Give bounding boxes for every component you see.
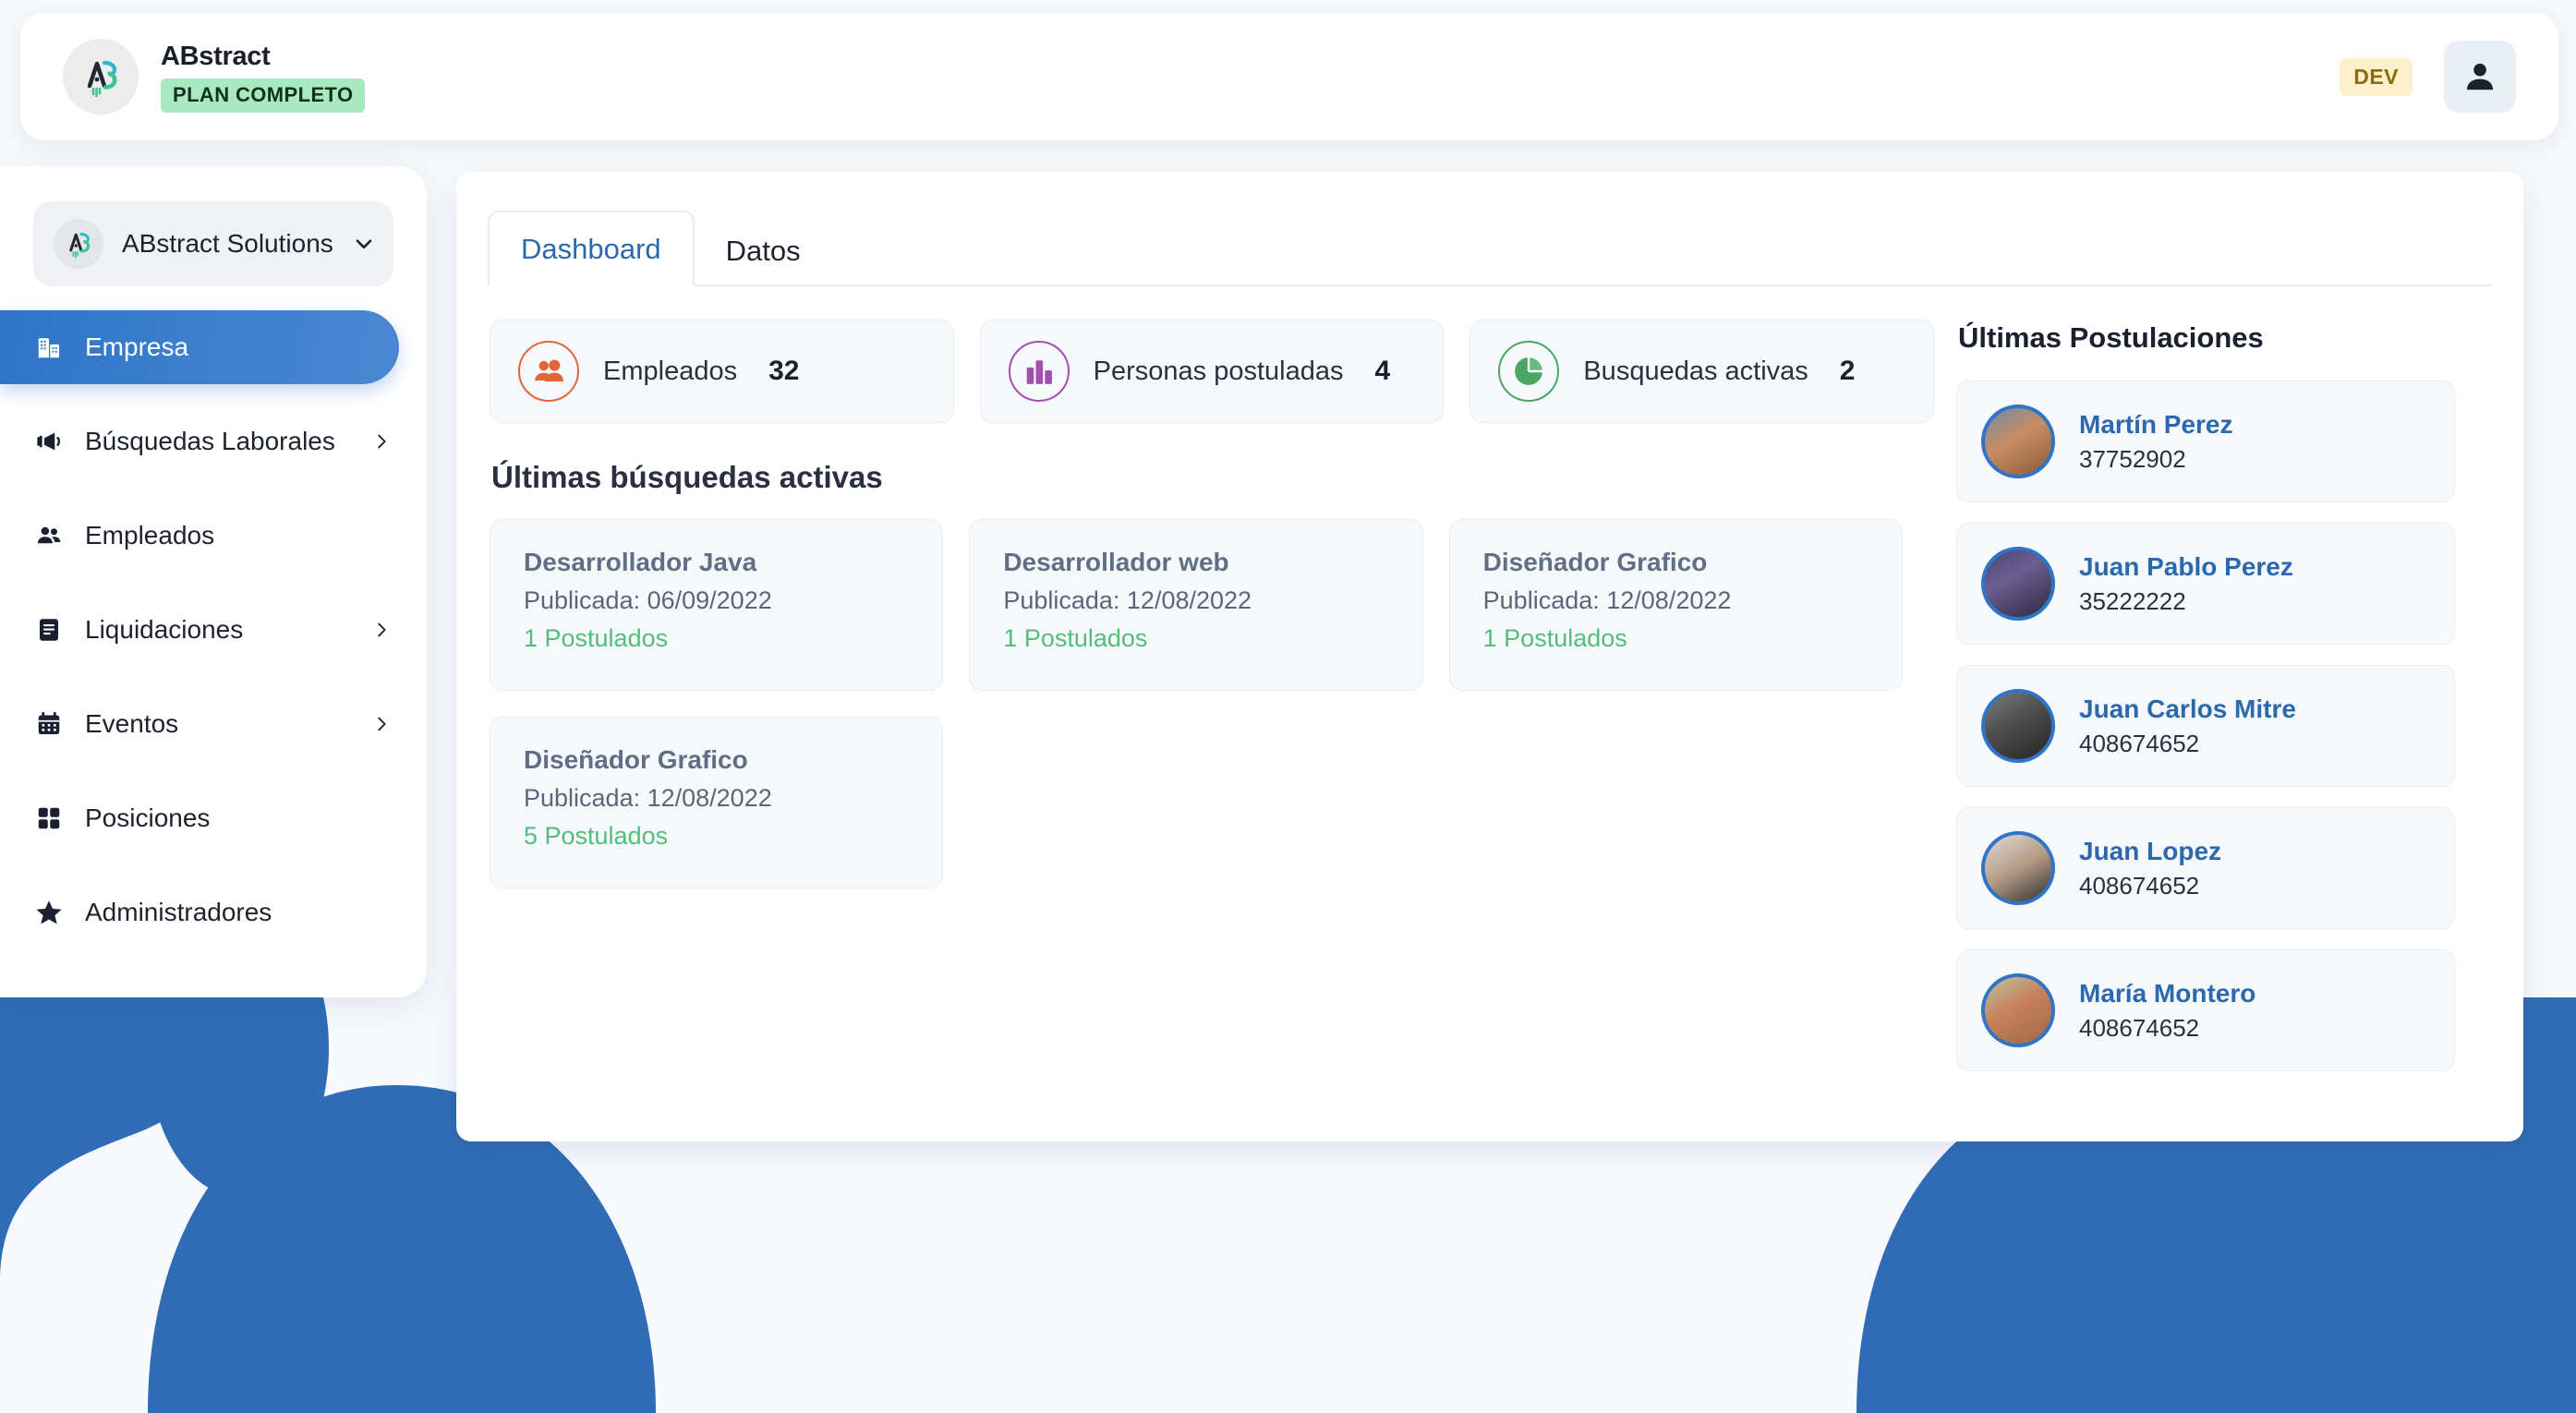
bar-chart-icon bbox=[1009, 341, 1070, 402]
job-card[interactable]: Diseñador Grafico Publicada: 12/08/2022 … bbox=[1449, 519, 1903, 691]
star-icon bbox=[33, 898, 65, 927]
tab-bar: Dashboard Datos bbox=[488, 203, 2492, 286]
stat-label: Personas postuladas bbox=[1094, 356, 1344, 387]
job-applicants-count: 5 Postulados bbox=[524, 822, 913, 851]
job-title: Desarrollador Java bbox=[524, 548, 913, 577]
applicant-id: 408674652 bbox=[2079, 730, 2296, 758]
stat-label: Busquedas activas bbox=[1583, 356, 1808, 387]
stat-card-personas-postuladas[interactable]: Personas postuladas 4 bbox=[980, 320, 1445, 423]
app-header: ABstract PLAN COMPLETO DEV bbox=[20, 13, 2558, 140]
plan-badge: PLAN COMPLETO bbox=[161, 78, 365, 113]
sidebar-item-label: Empresa bbox=[85, 332, 188, 362]
tab-datos[interactable]: Datos bbox=[695, 214, 832, 286]
sidebar-item-empresa[interactable]: Empresa bbox=[0, 310, 399, 384]
sidebar-item-label: Búsquedas Laborales bbox=[85, 427, 335, 456]
section-title-busquedas: Últimas búsquedas activas bbox=[491, 460, 1934, 495]
megaphone-icon bbox=[33, 428, 65, 455]
applicant-id: 37752902 bbox=[2079, 445, 2233, 474]
stat-value: 32 bbox=[768, 356, 799, 387]
job-published-date: Publicada: 12/08/2022 bbox=[1003, 586, 1392, 615]
people-icon bbox=[33, 522, 65, 550]
job-applicants-count: 1 Postulados bbox=[524, 624, 913, 653]
avatar bbox=[1981, 405, 2055, 478]
sidebar-item-eventos[interactable]: Eventos bbox=[0, 687, 427, 761]
sidebar: ABstract Solutions bbox=[0, 166, 427, 997]
document-icon bbox=[33, 616, 65, 644]
job-published-date: Publicada: 12/08/2022 bbox=[524, 784, 913, 813]
job-card[interactable]: Diseñador Grafico Publicada: 12/08/2022 … bbox=[490, 717, 943, 888]
job-card[interactable]: Desarrollador web Publicada: 12/08/2022 … bbox=[969, 519, 1422, 691]
sidebar-item-label: Posiciones bbox=[85, 803, 210, 833]
sidebar-item-label: Empleados bbox=[85, 521, 214, 550]
applicant-card[interactable]: Martín Perez 37752902 bbox=[1956, 380, 2455, 502]
abstract-logo-icon bbox=[63, 39, 139, 115]
brand-name: ABstract bbox=[161, 42, 365, 72]
stat-value: 2 bbox=[1840, 356, 1856, 387]
abstract-logo-icon bbox=[54, 219, 103, 269]
sidebar-item-label: Administradores bbox=[85, 898, 272, 927]
header-actions: DEV bbox=[2340, 41, 2516, 113]
job-title: Diseñador Grafico bbox=[1483, 548, 1872, 577]
chevron-down-icon bbox=[352, 232, 376, 256]
job-title: Desarrollador web bbox=[1003, 548, 1392, 577]
applicant-name: Martín Perez bbox=[2079, 410, 2233, 440]
applicant-card[interactable]: Juan Lopez 408674652 bbox=[1956, 807, 2455, 929]
applicant-card[interactable]: Juan Pablo Perez 35222222 bbox=[1956, 523, 2455, 645]
job-card[interactable]: Desarrollador Java Publicada: 06/09/2022… bbox=[490, 519, 943, 691]
sidebar-item-label: Eventos bbox=[85, 709, 178, 739]
tab-dashboard[interactable]: Dashboard bbox=[488, 211, 695, 286]
job-applicants-count: 1 Postulados bbox=[1003, 624, 1392, 653]
chevron-right-icon bbox=[371, 714, 392, 734]
grid-icon bbox=[33, 804, 65, 832]
job-applicants-count: 1 Postulados bbox=[1483, 624, 1872, 653]
avatar bbox=[1981, 689, 2055, 763]
job-title: Diseñador Grafico bbox=[524, 745, 913, 775]
building-icon bbox=[33, 333, 65, 361]
sidebar-item-label: Liquidaciones bbox=[85, 615, 243, 645]
dashboard-body: Empleados 32 Personas postuladas 4 bbox=[456, 286, 2523, 1092]
sidebar-item-administradores[interactable]: Administradores bbox=[0, 876, 427, 949]
sidebar-nav: Empresa Búsquedas Laborales bbox=[0, 310, 427, 949]
applicant-name: Juan Carlos Mitre bbox=[2079, 694, 2296, 724]
sidebar-item-busquedas-laborales[interactable]: Búsquedas Laborales bbox=[0, 405, 427, 478]
brand[interactable]: ABstract PLAN COMPLETO bbox=[63, 39, 365, 115]
sidebar-item-empleados[interactable]: Empleados bbox=[0, 499, 427, 573]
avatar bbox=[1981, 973, 2055, 1047]
applicant-name: María Montero bbox=[2079, 979, 2256, 1008]
user-avatar-icon bbox=[2461, 58, 2498, 95]
stat-card-empleados[interactable]: Empleados 32 bbox=[490, 320, 954, 423]
latest-applications-title: Últimas Postulaciones bbox=[1958, 321, 2455, 355]
pie-chart-icon bbox=[1498, 341, 1559, 402]
stat-card-busquedas-activas[interactable]: Busquedas activas 2 bbox=[1469, 320, 1934, 423]
avatar bbox=[1981, 831, 2055, 905]
applicant-id: 408674652 bbox=[2079, 1014, 2256, 1043]
applicant-name: Juan Lopez bbox=[2079, 837, 2221, 866]
applicant-card[interactable]: Juan Carlos Mitre 408674652 bbox=[1956, 665, 2455, 787]
avatar bbox=[1981, 547, 2055, 621]
stat-value: 4 bbox=[1375, 356, 1391, 387]
company-name: ABstract Solutions bbox=[122, 229, 333, 259]
chevron-right-icon bbox=[371, 620, 392, 640]
job-published-date: Publicada: 12/08/2022 bbox=[1483, 586, 1872, 615]
applicant-id: 35222222 bbox=[2079, 587, 2293, 616]
applicant-id: 408674652 bbox=[2079, 872, 2221, 900]
user-avatar-button[interactable] bbox=[2444, 41, 2516, 113]
job-cards-grid: Desarrollador Java Publicada: 06/09/2022… bbox=[490, 519, 1903, 888]
main-content-panel: Dashboard Datos Empleados 32 bbox=[456, 172, 2523, 1141]
env-badge: DEV bbox=[2340, 58, 2413, 96]
company-switcher[interactable]: ABstract Solutions bbox=[33, 201, 393, 286]
latest-applications-panel: Últimas Postulaciones Martín Perez 37752… bbox=[1934, 286, 2488, 1092]
job-published-date: Publicada: 06/09/2022 bbox=[524, 586, 913, 615]
sidebar-item-posiciones[interactable]: Posiciones bbox=[0, 781, 427, 855]
chevron-right-icon bbox=[371, 431, 392, 452]
stat-label: Empleados bbox=[603, 356, 737, 387]
dashboard-left-column: Empleados 32 Personas postuladas 4 bbox=[456, 286, 1934, 1092]
calendar-icon bbox=[33, 710, 65, 738]
stat-cards-row: Empleados 32 Personas postuladas 4 bbox=[490, 320, 1934, 423]
applicant-name: Juan Pablo Perez bbox=[2079, 552, 2293, 582]
sidebar-item-liquidaciones[interactable]: Liquidaciones bbox=[0, 593, 427, 667]
people-icon bbox=[518, 341, 579, 402]
applicant-card[interactable]: María Montero 408674652 bbox=[1956, 949, 2455, 1071]
